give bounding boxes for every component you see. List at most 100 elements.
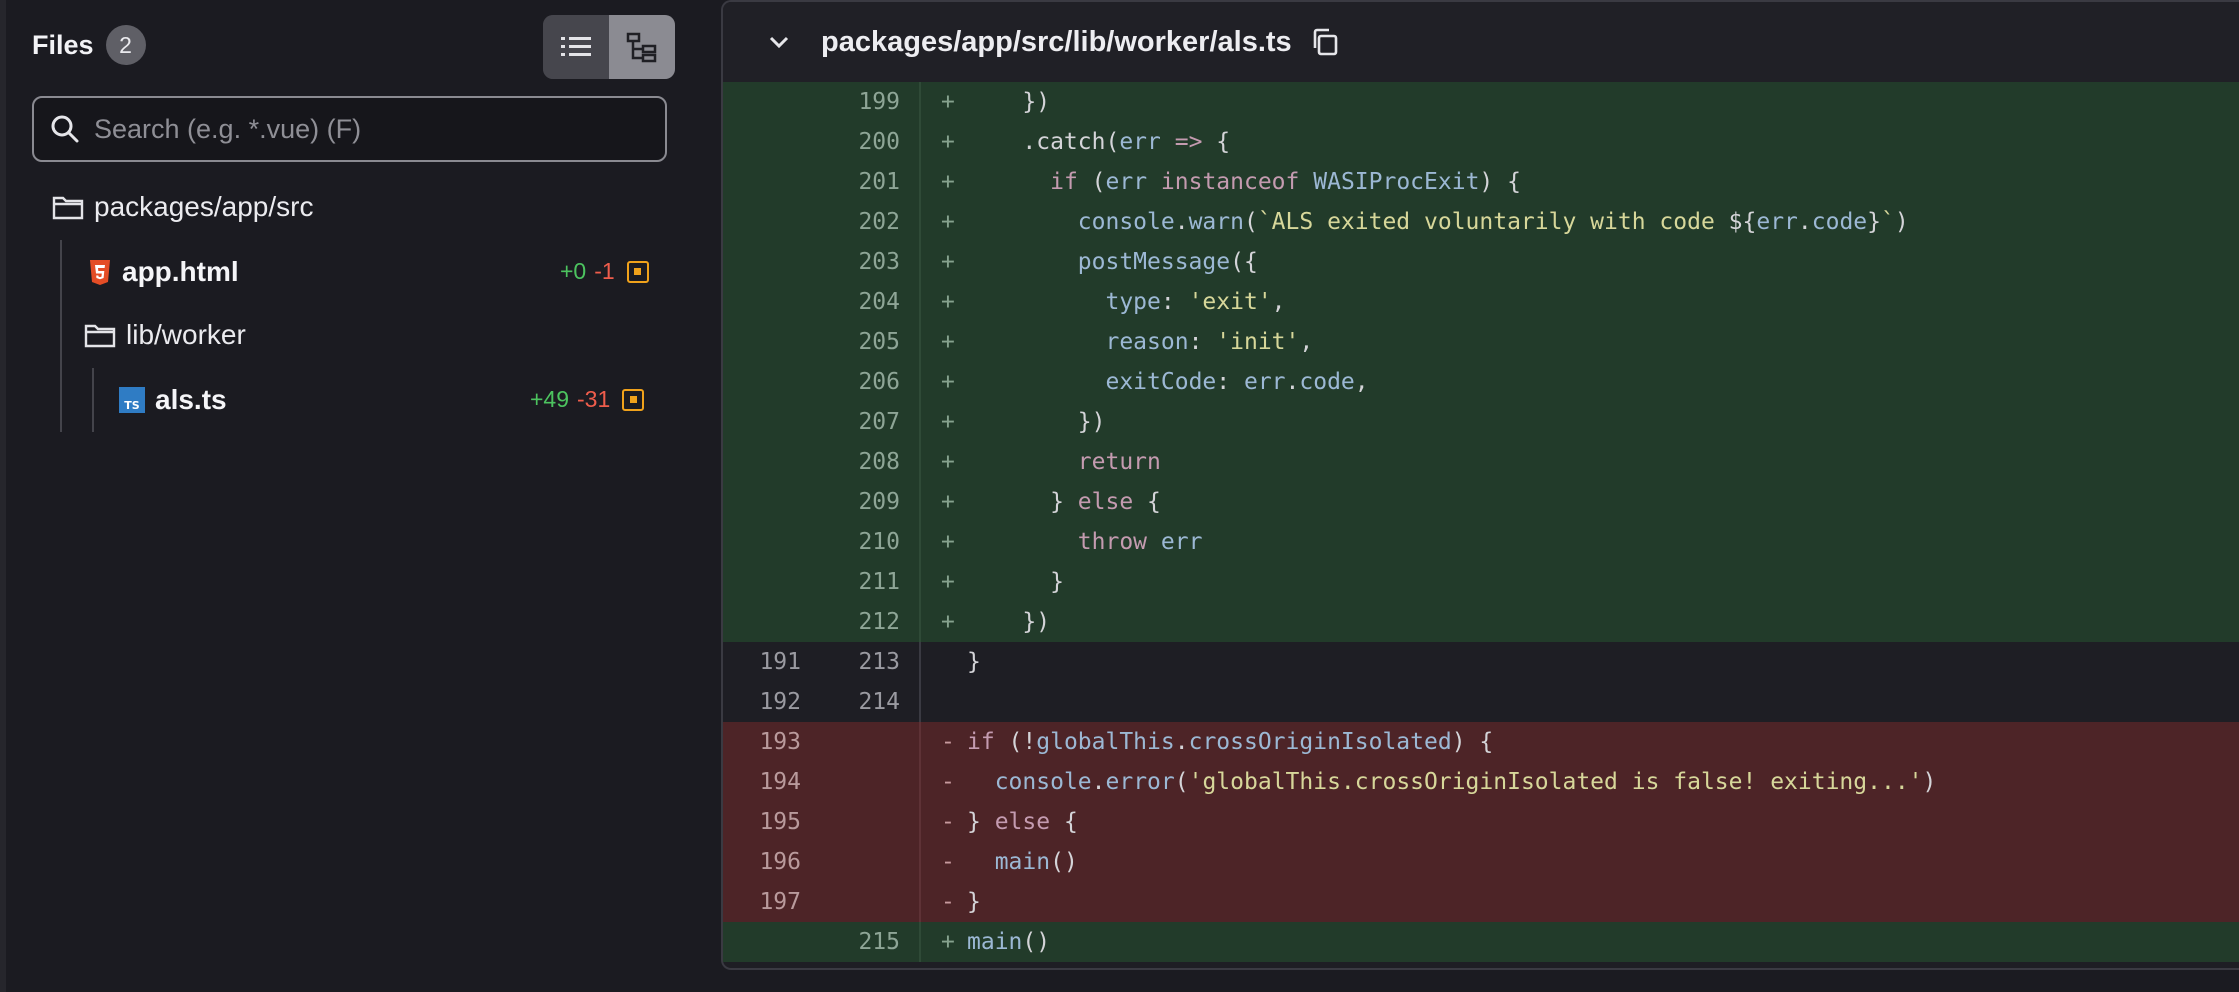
code-token: err xyxy=(1105,169,1148,195)
gutter-divider xyxy=(919,162,921,202)
code-token: code xyxy=(1811,209,1868,235)
gutter-divider xyxy=(919,402,921,442)
removed-line: 195 -} else { xyxy=(723,802,2239,842)
code-token: 'init' xyxy=(1216,329,1300,355)
added-line: 210 + throw err xyxy=(723,522,2239,562)
gutter-divider xyxy=(919,722,921,762)
code-token: ) xyxy=(1922,769,1937,795)
code-token: () xyxy=(1050,849,1078,875)
added-line: 203 + postMessage({ xyxy=(723,242,2239,282)
diff-sign: + xyxy=(941,209,955,235)
code-text: }) xyxy=(967,409,1106,435)
code-token: warn xyxy=(1188,209,1244,235)
typescript-icon: TS xyxy=(119,387,145,413)
code-token: : xyxy=(1188,329,1217,355)
gutter-divider xyxy=(919,762,921,802)
code-token: instanceof xyxy=(1160,169,1300,195)
old-line-number: 195 xyxy=(759,809,801,835)
code-text: } xyxy=(967,649,981,675)
svg-text:TS: TS xyxy=(124,399,140,412)
code-text: }) xyxy=(967,609,1050,635)
gutter-divider xyxy=(919,682,921,722)
old-line-number: 197 xyxy=(759,889,801,915)
files-header: Files 2 xyxy=(32,25,146,65)
added-line: 211 + } xyxy=(723,562,2239,602)
code-token: ( xyxy=(1174,769,1189,795)
new-line-number: 200 xyxy=(858,129,900,155)
gutter-divider xyxy=(919,802,921,842)
diff-sign: + xyxy=(941,289,955,315)
removed-line: 196 - main() xyxy=(723,842,2239,882)
copy-path-icon[interactable] xyxy=(1308,25,1342,59)
old-line-number: 196 xyxy=(759,849,801,875)
code-token: ) { xyxy=(1451,729,1494,755)
code-text: postMessage({ xyxy=(967,249,1258,275)
folder-label: lib/worker xyxy=(126,319,246,350)
tree-view-button[interactable] xyxy=(609,15,675,79)
code-text: } else { xyxy=(967,489,1161,515)
old-line-number: 191 xyxy=(759,649,801,675)
gutter-divider xyxy=(919,482,921,522)
new-line-number: 211 xyxy=(858,569,900,595)
code-token: (! xyxy=(994,729,1037,755)
diff-sign: + xyxy=(941,129,955,155)
code-token: }) xyxy=(967,409,1106,435)
code-token: } xyxy=(967,489,1078,515)
code-token: else xyxy=(994,809,1051,835)
file-search-field[interactable] xyxy=(32,96,667,162)
code-token: : xyxy=(1160,289,1189,315)
new-line-number: 203 xyxy=(858,249,900,275)
code-text: if (err instanceof WASIProcExit) { xyxy=(967,169,1521,195)
code-token: exitCode xyxy=(1105,369,1217,395)
code-token: globalThis xyxy=(1036,729,1175,755)
old-line-number: 193 xyxy=(759,729,801,755)
new-line-number: 208 xyxy=(858,449,900,475)
gutter-divider xyxy=(919,202,921,242)
file-als-ts[interactable]: TS als.ts xyxy=(119,380,227,420)
collapse-chevron-icon[interactable] xyxy=(759,22,799,62)
lines-removed-count: -1 xyxy=(594,258,615,284)
gutter-divider xyxy=(919,522,921,562)
diff-lines: 199 + }) 200 + .catch(err => {201 + if (err … xyxy=(723,82,2239,962)
diff-sign: - xyxy=(941,889,955,915)
folder-lib-worker[interactable]: lib/worker xyxy=(84,315,246,355)
code-token: `ALS exited voluntarily with code xyxy=(1257,209,1729,235)
diff-sign: + xyxy=(941,329,955,355)
code-token: ) { xyxy=(1479,169,1521,195)
code-token: err xyxy=(1243,369,1286,395)
tree-guide-line xyxy=(92,368,94,432)
files-title: Files xyxy=(32,29,94,60)
code-token: postMessage xyxy=(1077,249,1231,275)
file-search-input[interactable] xyxy=(92,112,656,146)
new-line-number: 214 xyxy=(858,689,900,715)
code-token: } xyxy=(967,809,995,835)
gutter-divider xyxy=(919,442,921,482)
code-token: ( xyxy=(1243,209,1258,235)
added-line: 201 + if (err instanceof WASIProcExit) { xyxy=(723,162,2239,202)
added-line: 202 + console.warn(`ALS exited voluntaril… xyxy=(723,202,2239,242)
code-token: : xyxy=(1216,369,1244,395)
code-token: => xyxy=(1174,129,1203,155)
code-token: err xyxy=(1756,209,1798,235)
file-app-html[interactable]: app.html xyxy=(88,252,239,292)
file-change-stats: +0 -1 xyxy=(560,258,649,285)
diff-sign: - xyxy=(941,849,955,875)
new-line-number: 212 xyxy=(858,609,900,635)
lines-added-count: +0 xyxy=(560,258,587,284)
code-token: ${ xyxy=(1728,209,1757,235)
code-token: .catch( xyxy=(967,129,1120,155)
code-text: } else { xyxy=(967,809,1078,835)
added-line: 205 + reason: 'init', xyxy=(723,322,2239,362)
removed-line: 197 -} xyxy=(723,882,2239,922)
list-view-button[interactable] xyxy=(543,15,609,79)
code-token: crossOriginIsolated xyxy=(1188,729,1452,755)
list-icon xyxy=(561,37,591,56)
code-text: return xyxy=(967,449,1161,475)
folder-packages-app-src[interactable]: packages/app/src xyxy=(52,187,313,227)
